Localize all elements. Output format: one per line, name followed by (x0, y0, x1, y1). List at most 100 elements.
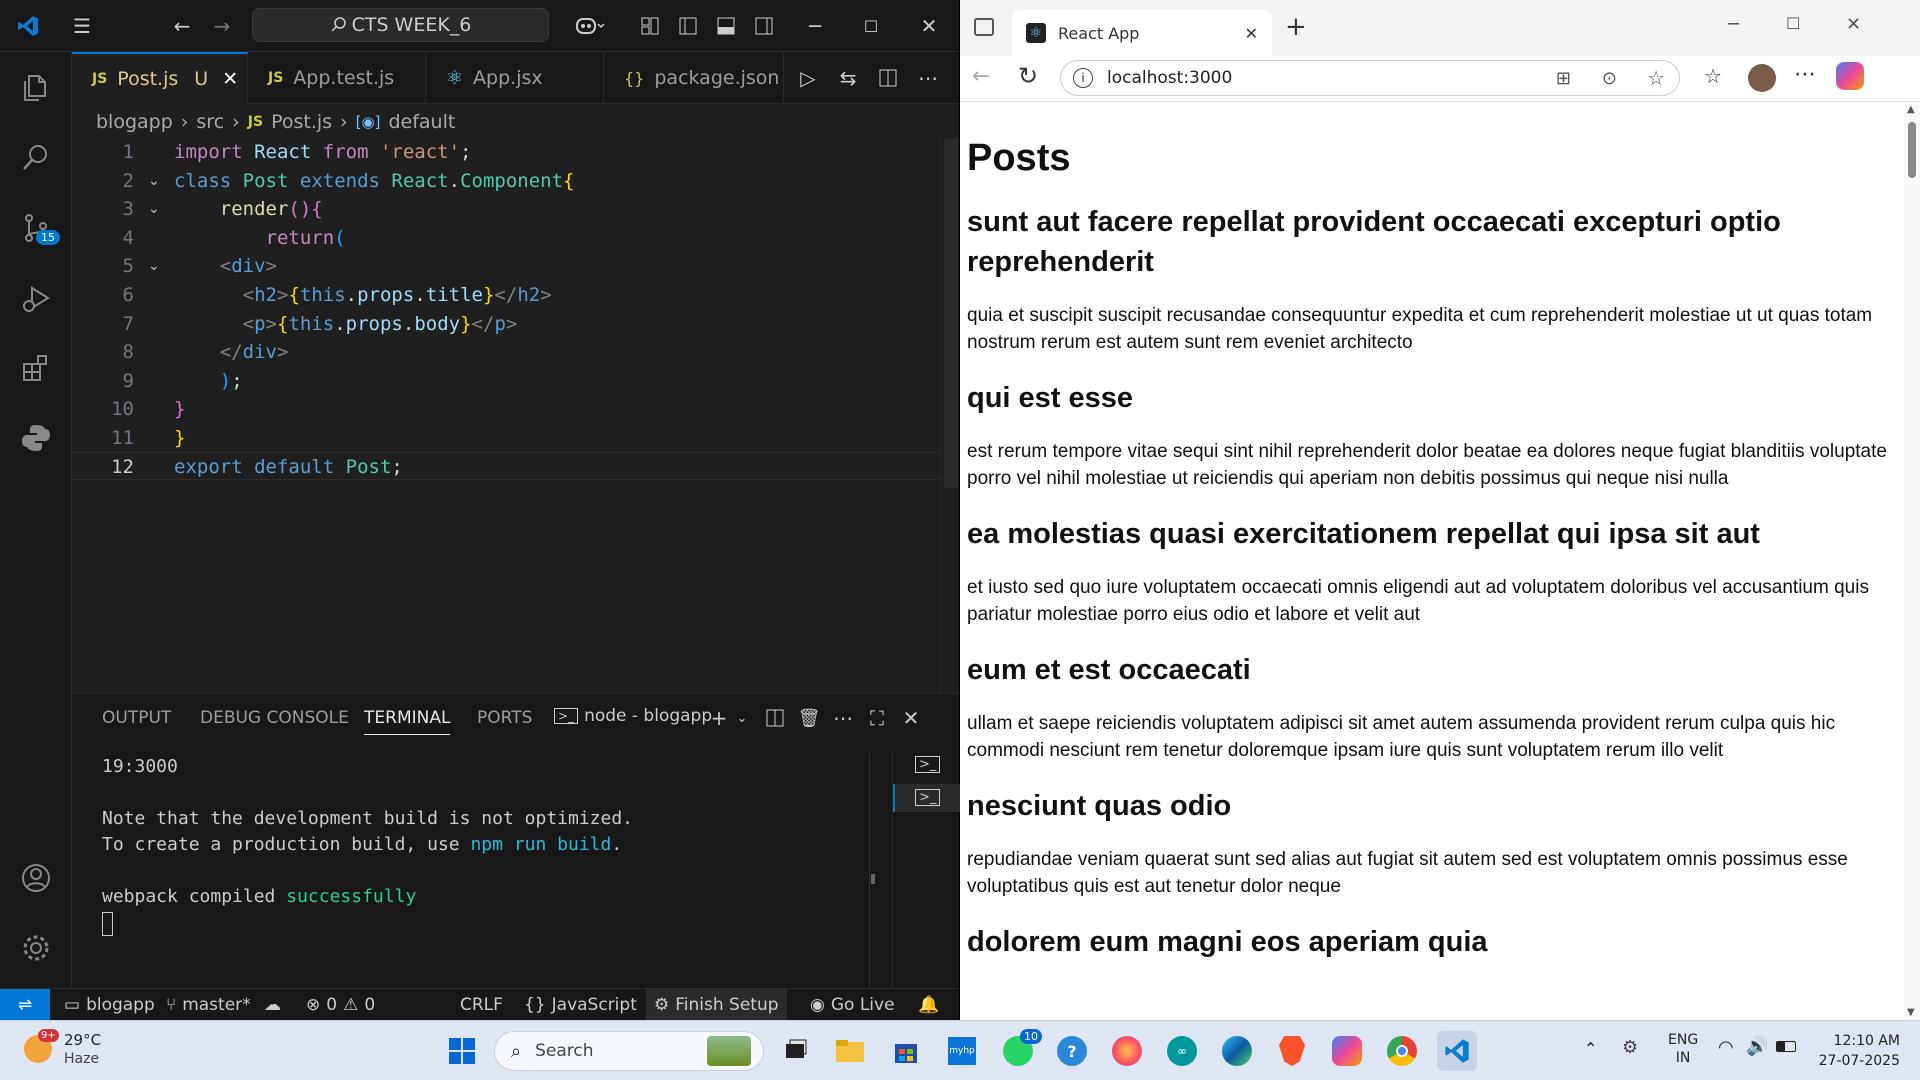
panel-tab-ports[interactable]: PORTS (477, 708, 532, 728)
scroll-up-icon[interactable]: ▲ (1907, 104, 1915, 115)
close-icon[interactable]: ✕ (1846, 14, 1861, 35)
volume-icon[interactable]: 🔊 (1746, 1036, 1768, 1057)
run-debug-icon[interactable] (14, 276, 58, 320)
split-terminal-icon[interactable] (762, 702, 788, 734)
maximize-icon[interactable]: ☐ (856, 10, 886, 42)
terminal-selector[interactable]: >_ node - blogapp (554, 706, 712, 726)
minimize-icon[interactable]: ─ (800, 10, 830, 42)
refresh-icon[interactable]: ↻ (1018, 62, 1038, 90)
panel-tab-output[interactable]: OUTPUT (102, 708, 171, 728)
fold-chevron-icon[interactable]: ⌄ (148, 252, 160, 281)
firefox-icon[interactable] (1107, 1031, 1147, 1071)
terminal-instance-icon[interactable]: >_ (915, 756, 941, 773)
weather-widget[interactable]: 9+ 29°C Haze (20, 1029, 140, 1073)
search-icon[interactable] (14, 136, 58, 180)
panel-tab-debug-console[interactable]: DEBUG CONSOLE (200, 708, 349, 728)
new-tab-icon[interactable]: + (1285, 12, 1307, 42)
app-available-icon[interactable]: ⊞ (1556, 68, 1571, 89)
copilot-icon[interactable] (565, 10, 615, 42)
scrollbar-thumb[interactable] (944, 138, 958, 488)
run-icon[interactable]: ▷ (794, 62, 822, 94)
accounts-icon[interactable] (14, 856, 58, 900)
go-live-button[interactable]: ◉ Go Live (810, 989, 895, 1021)
terminal-scrollbar[interactable] (869, 754, 875, 989)
editor-scrollbar[interactable] (940, 138, 959, 693)
favorites-icon[interactable]: ☆ (1704, 64, 1722, 88)
address-bar[interactable]: i localhost:3000 ⊞ ⊙ ☆ (1060, 60, 1680, 96)
favorite-star-icon[interactable]: ☆ (1647, 66, 1665, 90)
fold-chevron-icon[interactable]: ⌄ (148, 167, 160, 196)
status-language[interactable]: {} JavaScript (524, 989, 637, 1021)
tab-app-jsx[interactable]: ⚛ App.jsx (426, 52, 604, 104)
customize-layout-icon[interactable] (635, 10, 665, 42)
source-control-icon[interactable]: 15 (14, 206, 60, 250)
tab-post-js[interactable]: JS Post.js U ✕ (72, 52, 248, 104)
new-terminal-icon[interactable]: + (706, 702, 732, 734)
copilot-app-icon[interactable] (1327, 1031, 1367, 1071)
more-actions-icon[interactable]: ⋯ (830, 702, 856, 734)
extensions-icon[interactable] (14, 346, 58, 390)
browser-tab[interactable]: ⚛ React App ✕ (1012, 10, 1272, 56)
show-hidden-icons[interactable]: ⌃ (1584, 1039, 1597, 1058)
chrome-icon[interactable] (1382, 1031, 1422, 1071)
close-panel-icon[interactable]: ✕ (898, 702, 924, 734)
whatsapp-icon[interactable]: 10 (998, 1029, 1042, 1071)
minimize-icon[interactable]: ─ (1728, 14, 1739, 35)
copilot-icon[interactable] (1836, 62, 1864, 90)
breadcrumb-item[interactable]: blogapp (96, 111, 173, 133)
battery-icon[interactable] (1776, 1041, 1796, 1052)
arduino-icon[interactable]: ∞ (1162, 1031, 1202, 1071)
back-arrow-icon[interactable]: ← (166, 10, 198, 42)
bell-icon[interactable]: 🔔 (918, 989, 939, 1021)
chevron-down-icon[interactable]: ⌄ (732, 702, 752, 734)
toggle-sidebar-icon[interactable] (673, 10, 703, 42)
network-status-icon[interactable]: ⚙ (1622, 1037, 1638, 1058)
remote-icon[interactable]: ⇌ (0, 989, 50, 1021)
status-folder[interactable]: ▭ blogapp (64, 989, 155, 1021)
clock[interactable]: 12:10 AM 27-07-2025 (1808, 1031, 1900, 1071)
breadcrumb-item[interactable]: Post.js (271, 111, 332, 133)
terminal-instance-icon[interactable]: >_ (893, 784, 960, 812)
finish-setup-button[interactable]: ⚙ Finish Setup (646, 989, 787, 1021)
breadcrumb-item[interactable]: default (388, 111, 455, 133)
maximize-icon[interactable]: ☐ (1786, 14, 1800, 33)
tab-app-test-js[interactable]: JS App.test.js (248, 52, 426, 104)
forward-arrow-icon[interactable]: → (206, 10, 238, 42)
language-indicator[interactable]: ENG IN (1668, 1031, 1698, 1067)
edge-icon[interactable] (1217, 1031, 1257, 1071)
avatar[interactable] (1748, 64, 1776, 92)
status-eol[interactable]: CRLF (460, 989, 503, 1021)
command-center[interactable]: CTS WEEK_6 (252, 8, 549, 42)
maximize-panel-icon[interactable]: ⛶ (864, 702, 890, 734)
file-explorer-icon[interactable] (830, 1031, 870, 1071)
menu-icon[interactable]: ☰ (66, 10, 98, 42)
page-scrollbar[interactable]: ▲ ▼ (1904, 102, 1920, 1020)
tab-close-icon[interactable]: ✕ (222, 68, 238, 90)
breadcrumb-item[interactable]: src (196, 111, 224, 133)
more-menu-icon[interactable]: ⋯ (1794, 62, 1816, 87)
tab-actions-icon[interactable] (974, 18, 994, 36)
toggle-panel-icon[interactable] (711, 10, 741, 42)
more-actions-icon[interactable]: ⋯ (914, 62, 942, 94)
start-windows-icon[interactable] (442, 1031, 482, 1071)
sync-icon[interactable]: ☁ (264, 989, 281, 1021)
toggle-secondary-sidebar-icon[interactable] (749, 10, 779, 42)
compare-changes-icon[interactable]: ⇆ (834, 62, 862, 94)
status-branch[interactable]: ⑂ master* (166, 989, 251, 1021)
split-editor-icon[interactable] (874, 62, 902, 94)
trash-icon[interactable]: 🗑 (796, 702, 822, 734)
scrollbar-thumb[interactable] (1908, 122, 1916, 178)
explorer-icon[interactable] (14, 66, 58, 110)
wifi-icon[interactable]: ◠ (1718, 1037, 1734, 1058)
close-icon[interactable]: ✕ (914, 10, 944, 42)
microsoft-store-icon[interactable] (886, 1031, 926, 1071)
scroll-down-icon[interactable]: ▼ (1907, 1007, 1915, 1018)
settings-gear-icon[interactable] (14, 926, 58, 970)
tab-close-icon[interactable]: ✕ (1245, 24, 1258, 43)
taskbar-search[interactable]: ⌕ Search (494, 1031, 764, 1071)
back-arrow-icon[interactable]: ← (972, 64, 990, 89)
python-icon[interactable] (14, 416, 58, 460)
help-icon[interactable]: ? (1052, 1031, 1092, 1071)
myhp-icon[interactable]: myhp (942, 1031, 982, 1071)
panel-tab-terminal[interactable]: TERMINAL (364, 708, 451, 735)
